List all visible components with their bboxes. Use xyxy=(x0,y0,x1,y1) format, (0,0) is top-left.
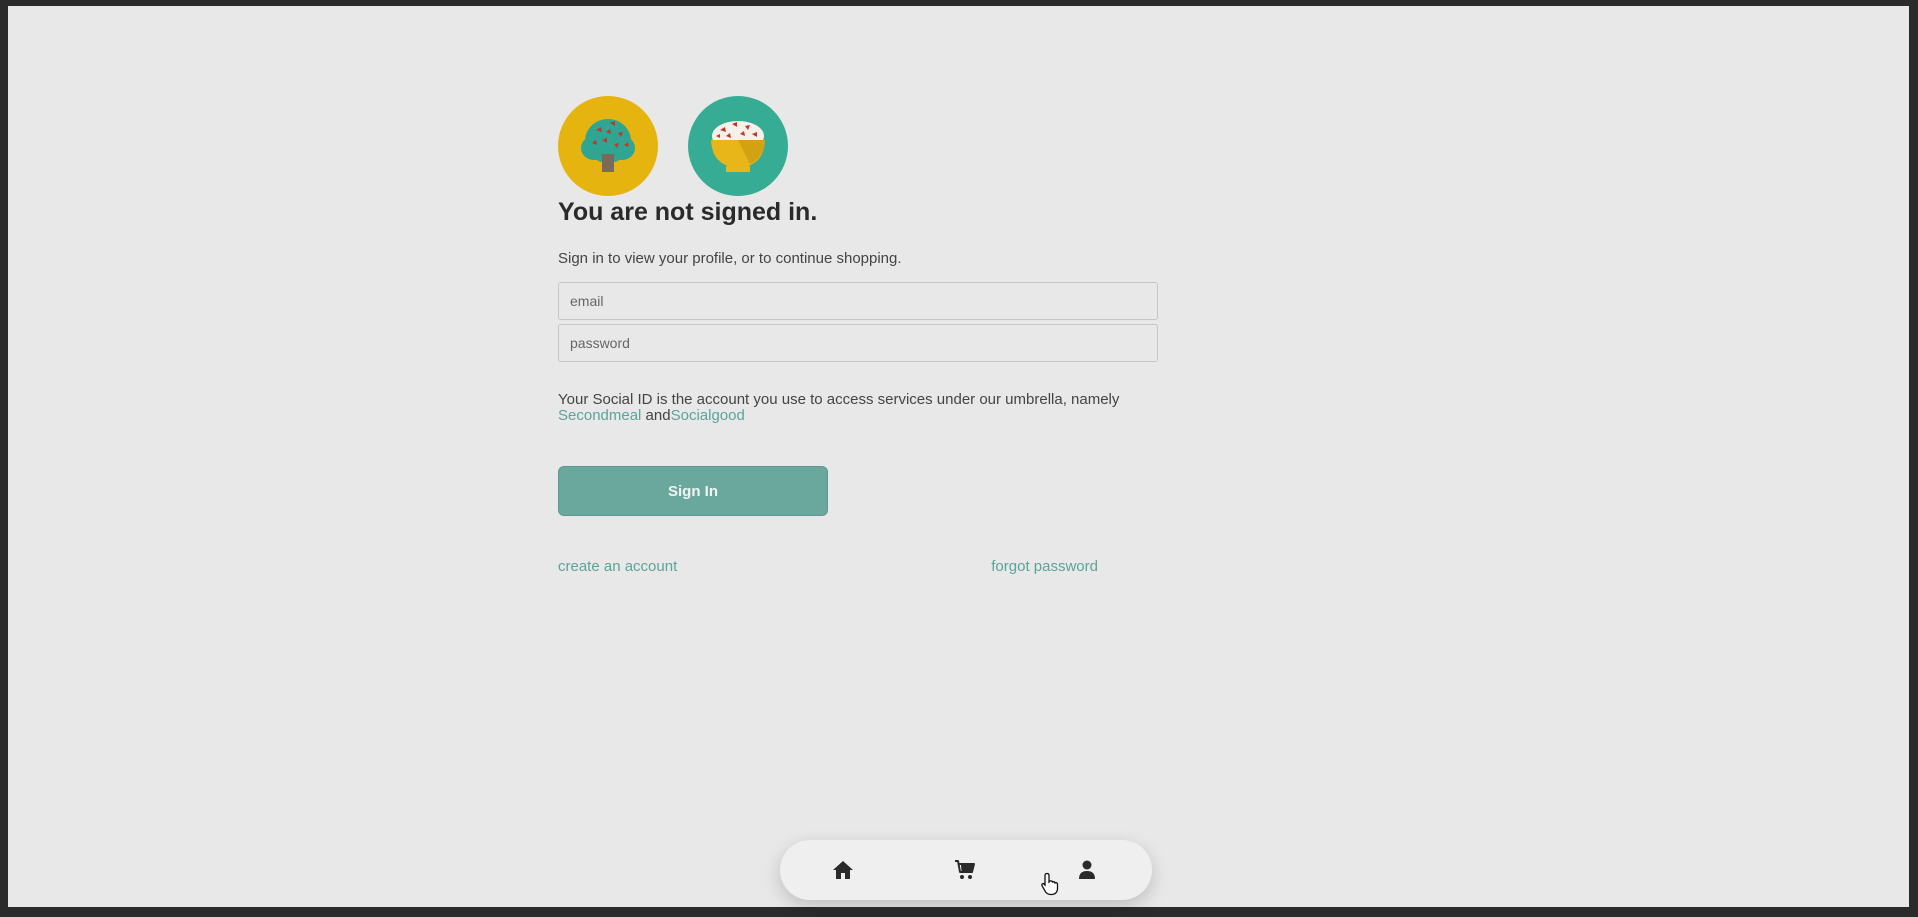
cart-icon xyxy=(955,860,975,879)
nav-profile-button[interactable] xyxy=(1072,855,1102,885)
nav-cart-button[interactable] xyxy=(950,855,980,885)
create-account-link[interactable]: create an account xyxy=(558,558,677,575)
info-and-text: and xyxy=(641,407,671,424)
password-field[interactable] xyxy=(558,324,1158,362)
social-id-info: Your Social ID is the account you use to… xyxy=(558,392,1158,424)
page-title: You are not signed in. xyxy=(558,198,818,226)
pointer-cursor-icon xyxy=(1041,872,1059,896)
rice-bowl-logo xyxy=(688,96,788,196)
signin-panel: You are not signed in. Sign in to view y… xyxy=(558,96,1168,578)
socialgood-link[interactable]: Socialgood xyxy=(671,407,745,424)
forgot-password-link[interactable]: forgot password xyxy=(991,558,1098,575)
tree-logo xyxy=(558,96,658,196)
account-links: create an account forgot password xyxy=(558,558,1098,578)
secondmeal-link[interactable]: Secondmeal xyxy=(558,407,641,424)
app-window: You are not signed in. Sign in to view y… xyxy=(8,6,1909,907)
logo-row xyxy=(558,96,1168,196)
email-field[interactable] xyxy=(558,282,1158,320)
social-id-info-text: Your Social ID is the account you use to… xyxy=(558,391,1120,408)
bottom-nav-bar xyxy=(780,840,1152,900)
page-subtitle: Sign in to view your profile, or to cont… xyxy=(558,250,902,267)
sign-in-button[interactable]: Sign In xyxy=(558,466,828,516)
user-icon xyxy=(1079,860,1095,879)
home-icon xyxy=(833,861,853,879)
nav-home-button[interactable] xyxy=(828,855,858,885)
